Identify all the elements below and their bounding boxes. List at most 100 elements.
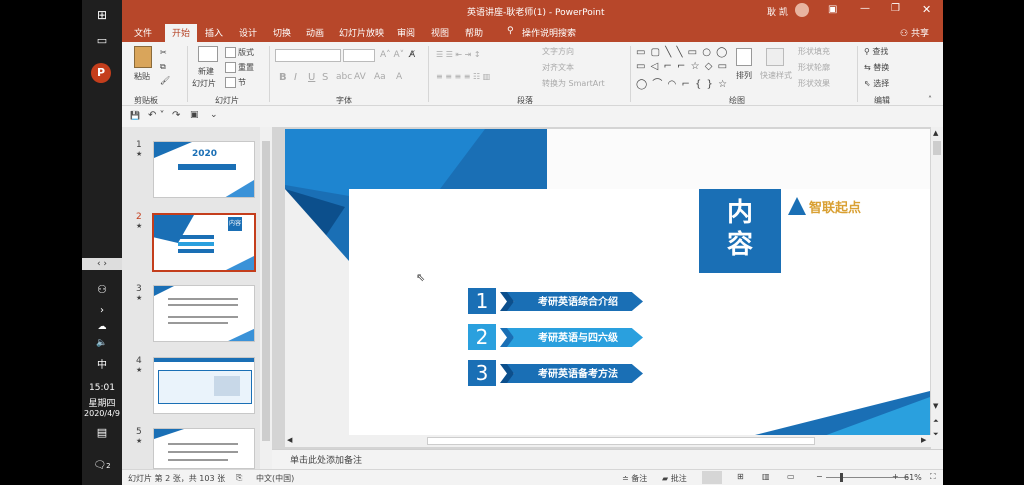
avatar[interactable] [795,3,809,17]
vertical-scrollbar[interactable]: ▲ ▼ ⏶ ⏷ [931,127,943,449]
shapes-gallery-row3[interactable]: ◯ ⌒ ◠ ⌐ { } ☆ [636,75,728,90]
quick-styles-icon[interactable] [766,48,784,66]
slideshow-icon[interactable]: ▭ [787,472,795,481]
restore-button[interactable]: ❐ [891,3,900,14]
thumbnail-scroll-thumb[interactable] [262,141,270,441]
tab-home[interactable]: 开始 [165,24,198,42]
start-from-beginning-icon[interactable]: ▣ [190,110,199,120]
find-button[interactable]: ⚲ 查找 [864,46,888,57]
tab-animations[interactable]: 动画 [306,26,324,39]
language-indicator[interactable]: 中文(中国) [256,473,294,484]
tab-insert[interactable]: 插入 [205,26,223,39]
ime-indicator[interactable]: 中 [82,356,122,371]
format-painter-icon[interactable]: 🖌 [160,76,170,85]
slide-thumbnail-1[interactable]: 2020 [153,141,255,198]
quick-styles-button[interactable]: 快速样式 [760,70,792,81]
zoom-out-icon[interactable]: − [816,472,823,481]
share-button[interactable]: ⚇ 共享 [900,26,929,39]
title-box[interactable]: 内 容 [699,189,781,273]
font-size-box[interactable] [343,49,375,62]
spellcheck-icon[interactable]: ⎘ [236,473,242,483]
shapes-gallery-row2[interactable]: ▭ ◁ ⌐ ⌐ ☆ ◇ ▭ [636,61,728,72]
paste-button[interactable]: 粘贴 [134,71,150,82]
shadow-button[interactable]: abc [336,72,352,82]
next-slide-icon[interactable]: ⏷ [933,430,939,439]
notes-pane[interactable]: 单击此处添加备注 [272,449,943,469]
comments-button[interactable]: ▰ 批注 [662,473,687,484]
previous-slide-icon[interactable]: ⏶ [933,417,939,426]
thumbnail-scrollbar[interactable] [260,127,272,469]
windows-start-icon[interactable]: ⊞ [82,8,122,22]
scroll-arrows-icon[interactable]: ‹ › [82,258,122,270]
tab-design[interactable]: 设计 [239,26,257,39]
bold-button[interactable]: B [279,72,287,83]
task-view-icon[interactable]: ▭ [82,34,122,47]
new-slide-icon[interactable] [198,46,218,62]
volume-icon[interactable]: 🔈 [82,338,122,348]
vertical-scroll-thumb[interactable] [933,141,941,155]
user-name[interactable]: 耿 凯 [767,5,788,18]
action-center-icon[interactable]: ▤ [82,426,122,439]
fit-to-window-icon[interactable]: ⛶ [930,472,936,482]
align-text-button[interactable]: 对齐文本 [542,62,574,73]
tab-file[interactable]: 文件 [134,26,152,39]
tab-view[interactable]: 视图 [431,26,449,39]
strike-button[interactable]: S [322,72,328,83]
grow-font-icon[interactable]: A˄ A˅ [380,50,404,60]
tab-slideshow[interactable]: 幻灯片放映 [339,26,384,39]
slide-thumbnail-2-selected[interactable]: 内容 [152,213,256,272]
scroll-right-icon[interactable]: ▶ [921,436,926,444]
reset-button[interactable]: 重置 [225,62,254,73]
clock-time[interactable]: 15:01 [82,383,122,393]
slide-sorter-icon[interactable]: ⊞ [737,472,744,481]
horizontal-scrollbar[interactable]: ◀ ▶ [285,435,931,447]
underline-button[interactable]: U [308,72,315,83]
replace-button[interactable]: ⇆ 替换 [864,62,889,73]
close-button[interactable]: ✕ [922,3,931,16]
customize-qat-icon[interactable]: ⌄ [210,110,218,120]
arrange-button[interactable]: 排列 [736,70,752,81]
shapes-gallery[interactable]: ▭ ▢ ╲ ╲ ▭ ○ ◯ [636,47,728,58]
shape-outline-button[interactable]: 形状轮廓 [798,62,830,73]
chevron-right-icon[interactable]: › [82,305,122,316]
normal-view-button[interactable] [702,471,722,484]
align-icons[interactable]: ≡ ≡ ≡ ≡ ☷ ▥ [436,72,490,81]
notes-button[interactable]: ≐ 备注 [622,473,647,484]
new-slide-button-line2[interactable]: 幻灯片 [192,78,216,89]
slide-canvas[interactable]: 内 容 智联起点 1 考研英语综合介绍 2 考研英语与四六级 3 考研英语备考方… [285,129,930,435]
smartart-button[interactable]: 转换为 SmartArt [542,78,605,89]
tab-help[interactable]: 帮助 [465,26,483,39]
layout-button[interactable]: 版式 [225,47,254,58]
shape-effects-button[interactable]: 形状效果 [798,78,830,89]
collapse-ribbon-icon[interactable]: ˄ [928,95,932,104]
slide-thumbnail-3[interactable] [153,285,255,342]
people-icon[interactable]: ⚇ [82,283,122,296]
save-icon[interactable]: 💾 [130,111,140,120]
content-item-1[interactable]: 1 考研英语综合介绍 [468,288,643,314]
zoom-slider-thumb[interactable] [840,473,843,482]
bullets-icon[interactable]: ☰ ☰ ⇤ ⇥ ↕ [436,50,481,59]
notes-placeholder[interactable]: 单击此处添加备注 [290,453,362,466]
tell-me-search[interactable]: 操作说明搜索 [522,26,576,39]
content-item-2[interactable]: 2 考研英语与四六级 [468,324,643,350]
paste-icon[interactable] [134,46,152,68]
tab-transitions[interactable]: 切换 [273,26,291,39]
redo-icon[interactable]: ↷ [172,110,180,121]
notification-icon[interactable]: 🗨2 [82,460,122,471]
scroll-left-icon[interactable]: ◀ [287,436,292,444]
change-case-button[interactable]: Aa [374,72,386,82]
arrange-icon[interactable] [736,48,752,66]
char-spacing-button[interactable]: AV [354,72,366,82]
powerpoint-taskbar-icon[interactable]: P [91,63,111,83]
undo-icon[interactable]: ↶ ˅ [148,110,165,121]
zoom-in-icon[interactable]: + [892,472,899,481]
clear-format-icon[interactable]: A̸ [409,50,415,60]
zoom-level[interactable]: 61% [904,473,922,482]
network-cloud-icon[interactable]: ☁ [82,322,122,332]
shape-fill-button[interactable]: 形状填充 [798,46,830,57]
minimize-button[interactable]: — [860,3,870,14]
copy-icon[interactable]: ⧉ [160,62,166,72]
text-direction-button[interactable]: 文字方向 [542,46,574,57]
select-button[interactable]: ⇖ 选择 [864,78,889,89]
italic-button[interactable]: I [294,72,297,83]
